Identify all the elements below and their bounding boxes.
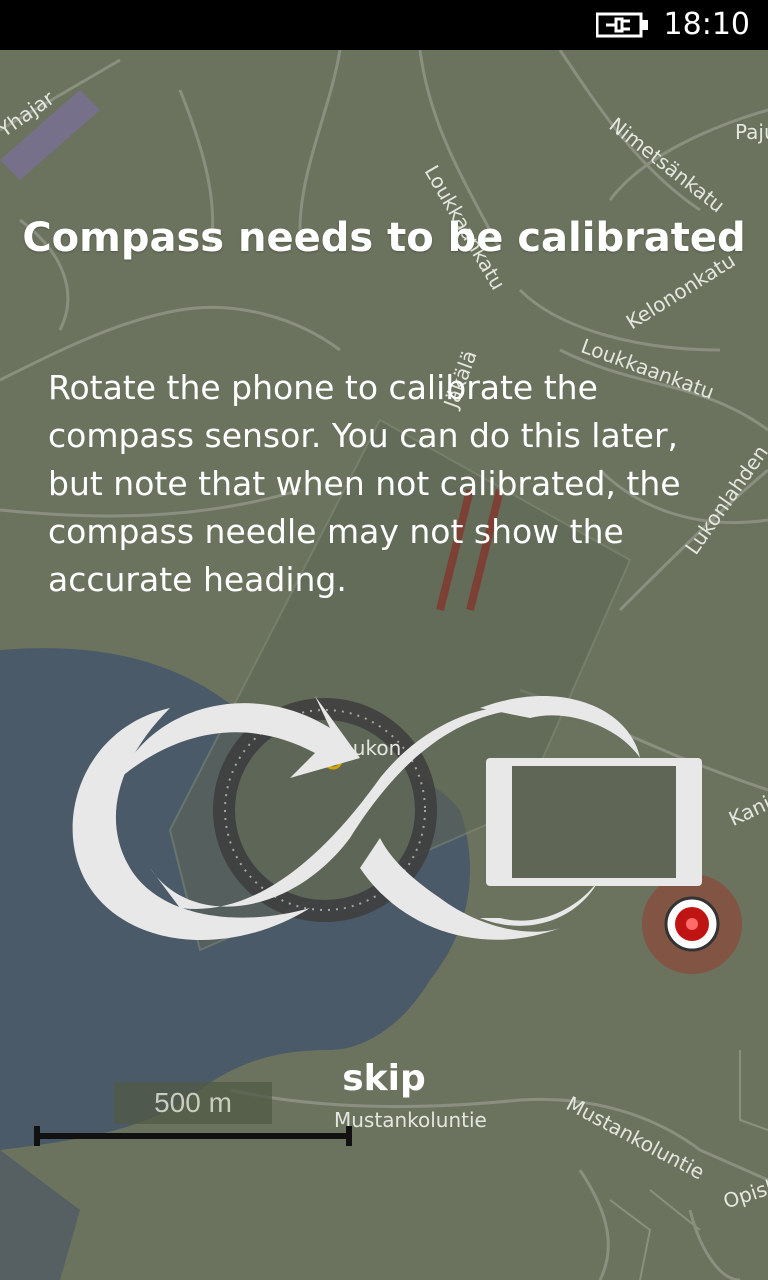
clock: 18:10	[663, 7, 750, 42]
skip-button[interactable]: skip	[300, 1058, 468, 1114]
figure-eight-rotation-icon	[72, 696, 702, 941]
dialog-title: Compass needs to be calibrated	[22, 215, 746, 261]
dialog-message: Rotate the phone to calibrate the compas…	[48, 368, 681, 599]
status-bar: 18:10	[0, 0, 768, 50]
battery-charging-icon	[596, 12, 648, 38]
calibration-dialog: Compass needs to be calibrated Rotate th…	[0, 0, 768, 1280]
